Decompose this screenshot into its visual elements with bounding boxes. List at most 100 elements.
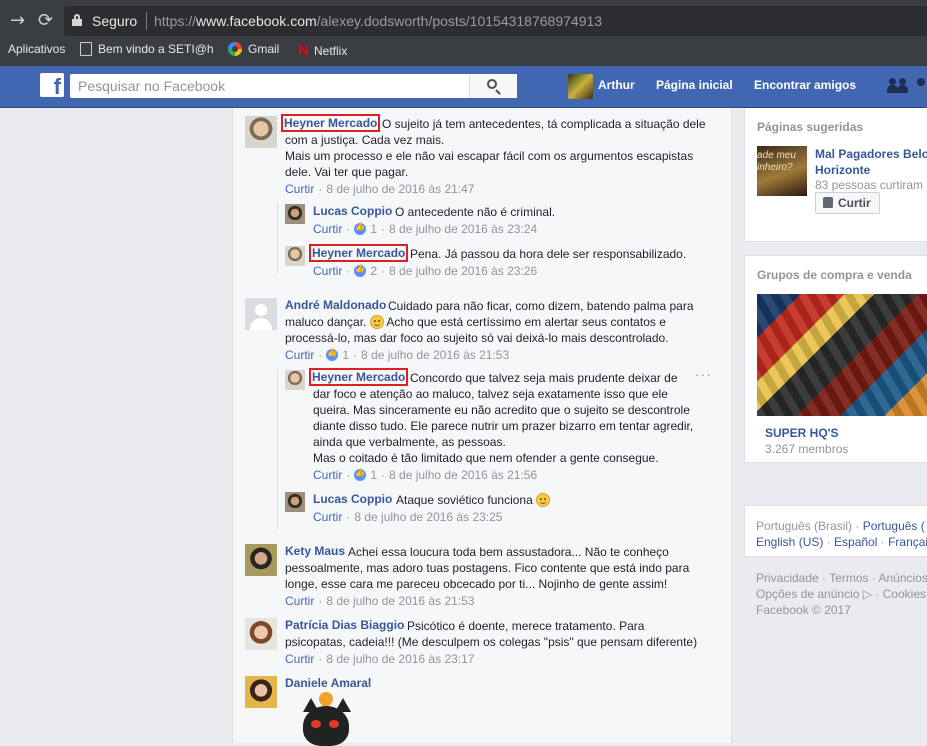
comment-text-part: maluco dançar. <box>285 315 367 329</box>
comment-date[interactable]: 8 de julho de 2016 às 21:47 <box>326 182 474 196</box>
like-link[interactable]: Curtir <box>285 182 314 196</box>
like-link[interactable]: Curtir <box>313 264 342 278</box>
like-link[interactable]: Curtir <box>285 594 314 608</box>
language-link[interactable]: Português ( <box>863 519 925 533</box>
friend-requests-icon[interactable] <box>887 78 909 94</box>
comment-date[interactable]: 8 de julho de 2016 às 23:24 <box>389 222 537 236</box>
like-count[interactable]: 1 <box>370 222 377 236</box>
comment-author[interactable]: Kety Maus <box>285 544 345 558</box>
like-count[interactable]: 1 <box>370 468 377 482</box>
comment-date[interactable]: 8 de julho de 2016 às 23:17 <box>326 652 474 666</box>
language-link[interactable]: Françai <box>888 535 927 549</box>
comment-text: Concordo que talvez seja mais prudente d… <box>410 371 678 385</box>
avatar[interactable] <box>245 298 277 330</box>
comment-text: Mais um processo e ele não vai escapar f… <box>285 149 694 163</box>
comment-text: longe, esse cara me pareceu obcecado por… <box>285 577 668 591</box>
find-friends-link[interactable]: Encontrar amigos <box>754 78 856 92</box>
comment-meta: Curtir · 8 de julho de 2016 às 21:47 <box>285 182 475 196</box>
footer-ad-options[interactable]: Opções de anúncio ▷ · Cookies <box>756 587 926 601</box>
like-link[interactable]: Curtir <box>285 652 314 666</box>
comment-meta: Curtir·1·8 de julho de 2016 às 21:56 <box>313 468 537 482</box>
bookmark-netflix[interactable]: N Netflix <box>298 42 347 59</box>
language-link[interactable]: Español <box>834 535 877 549</box>
avatar[interactable] <box>285 246 305 266</box>
comment-text: ainda que verbalmente, as pessoas. <box>313 435 506 449</box>
like-link[interactable]: Curtir <box>285 348 314 362</box>
language-current-label: Português (Brasil) <box>756 519 853 533</box>
comment-author[interactable]: André Maldonado <box>285 298 386 312</box>
forward-arrow-icon[interactable]: → <box>10 10 25 31</box>
comment-author[interactable]: Heyner Mercado <box>280 114 381 132</box>
language-link[interactable]: English (US) <box>756 535 823 549</box>
like-count[interactable]: 2 <box>370 264 377 278</box>
reload-icon[interactable]: ⟳ <box>38 10 53 31</box>
search-input[interactable] <box>70 74 460 98</box>
bookmark-gmail[interactable]: Gmail <box>228 42 279 56</box>
comment-author[interactable]: Heyner Mercado <box>308 368 409 386</box>
avatar[interactable] <box>245 116 277 148</box>
group-cover-image[interactable] <box>757 294 927 416</box>
languages-card: Português (Brasil) · Português ( English… <box>744 505 927 557</box>
like-count[interactable]: 1 <box>342 348 349 362</box>
url-text[interactable]: https://www.facebook.com/alexey.dodswort… <box>154 13 602 29</box>
thread-line <box>277 204 278 274</box>
search-button[interactable] <box>469 74 517 98</box>
like-link[interactable]: Curtir <box>313 468 342 482</box>
comment-meta: Curtir·2·8 de julho de 2016 às 23:26 <box>313 264 537 278</box>
comment-date[interactable]: 8 de julho de 2016 às 21:56 <box>389 468 537 482</box>
comment-text: Psicótico é doente, merece tratamento. P… <box>407 619 645 633</box>
groups-card: Grupos de compra e venda SUPER HQ'S 3.26… <box>744 255 927 463</box>
group-name[interactable]: SUPER HQ'S <box>765 426 839 440</box>
comment-meta: Curtir · 8 de julho de 2016 às 21:53 <box>285 594 475 608</box>
like-page-button[interactable]: Curtir <box>815 192 880 214</box>
footer-links[interactable]: Privacidade · Termos · Anúncios <box>756 571 927 585</box>
avatar[interactable] <box>285 492 305 512</box>
address-row: → ⟳ Seguro https://www.facebook.com/alex… <box>0 0 927 40</box>
groups-title: Grupos de compra e venda <box>757 268 912 282</box>
secure-label: Seguro <box>92 13 138 29</box>
smile-emoji-icon <box>369 315 384 329</box>
search-box <box>70 74 517 98</box>
comment-date[interactable]: 8 de julho de 2016 às 23:26 <box>389 264 537 278</box>
avatar[interactable] <box>245 676 277 708</box>
comment-text: psicopatas, cadeia!!! (Me desculpem os c… <box>285 635 698 649</box>
comment-author[interactable]: Lucas Coppio <box>313 204 392 218</box>
footer-copyright: Facebook © 2017 <box>756 603 851 617</box>
comment-date[interactable]: 8 de julho de 2016 às 23:25 <box>354 510 502 524</box>
comment-author[interactable]: Heyner Mercado <box>308 244 409 262</box>
home-link[interactable]: Página inicial <box>656 78 733 92</box>
language-current: Português (Brasil) · Português ( <box>756 519 925 533</box>
comment-date[interactable]: 8 de julho de 2016 às 21:53 <box>361 348 509 362</box>
messages-icon[interactable] <box>915 76 927 98</box>
like-page-label: Curtir <box>838 196 871 210</box>
thumbs-up-icon <box>823 197 833 208</box>
comment-author[interactable]: Patrícia Dias Biaggio <box>285 618 404 632</box>
comment-date[interactable]: 8 de julho de 2016 às 21:53 <box>326 594 474 608</box>
bookmark-seti[interactable]: Bem vindo a SETI@h <box>80 42 214 56</box>
facebook-logo-icon[interactable]: f <box>40 73 64 99</box>
comment-text: pessoalmente, mas adoro tuas postagens. … <box>285 561 690 575</box>
avatar[interactable] <box>245 618 277 650</box>
url-domain: www.facebook.com <box>196 13 317 29</box>
avatar[interactable] <box>245 544 277 576</box>
address-bar[interactable]: Seguro https://www.facebook.com/alexey.d… <box>64 6 927 36</box>
like-link[interactable]: Curtir <box>313 222 342 236</box>
more-options-icon[interactable]: ··· <box>695 366 712 382</box>
comment-text: Pena. Já passou da hora dele ser respons… <box>410 247 687 261</box>
avatar[interactable] <box>285 204 305 224</box>
like-reaction-icon <box>354 264 367 277</box>
suggested-page-image[interactable]: ade meu inheiro? <box>757 146 807 196</box>
comment-meta: Curtir · 8 de julho de 2016 às 23:17 <box>285 652 475 666</box>
user-avatar[interactable] <box>568 74 593 99</box>
like-reaction-icon <box>326 348 339 361</box>
comment-author[interactable]: Lucas Coppio <box>313 492 392 506</box>
comment-text: Achei essa loucura toda bem assustadora.… <box>348 545 669 559</box>
avatar[interactable] <box>285 370 305 390</box>
smile-emoji-icon <box>536 493 551 507</box>
suggested-page-name[interactable]: Mal Pagadores Belo Horizonte <box>815 146 927 178</box>
user-name-link[interactable]: Arthur <box>598 78 635 92</box>
lock-icon <box>72 14 82 26</box>
comment-author[interactable]: Daniele Amaral <box>285 676 371 690</box>
like-link[interactable]: Curtir <box>313 510 342 524</box>
bookmark-apps[interactable]: Aplicativos <box>8 42 65 56</box>
